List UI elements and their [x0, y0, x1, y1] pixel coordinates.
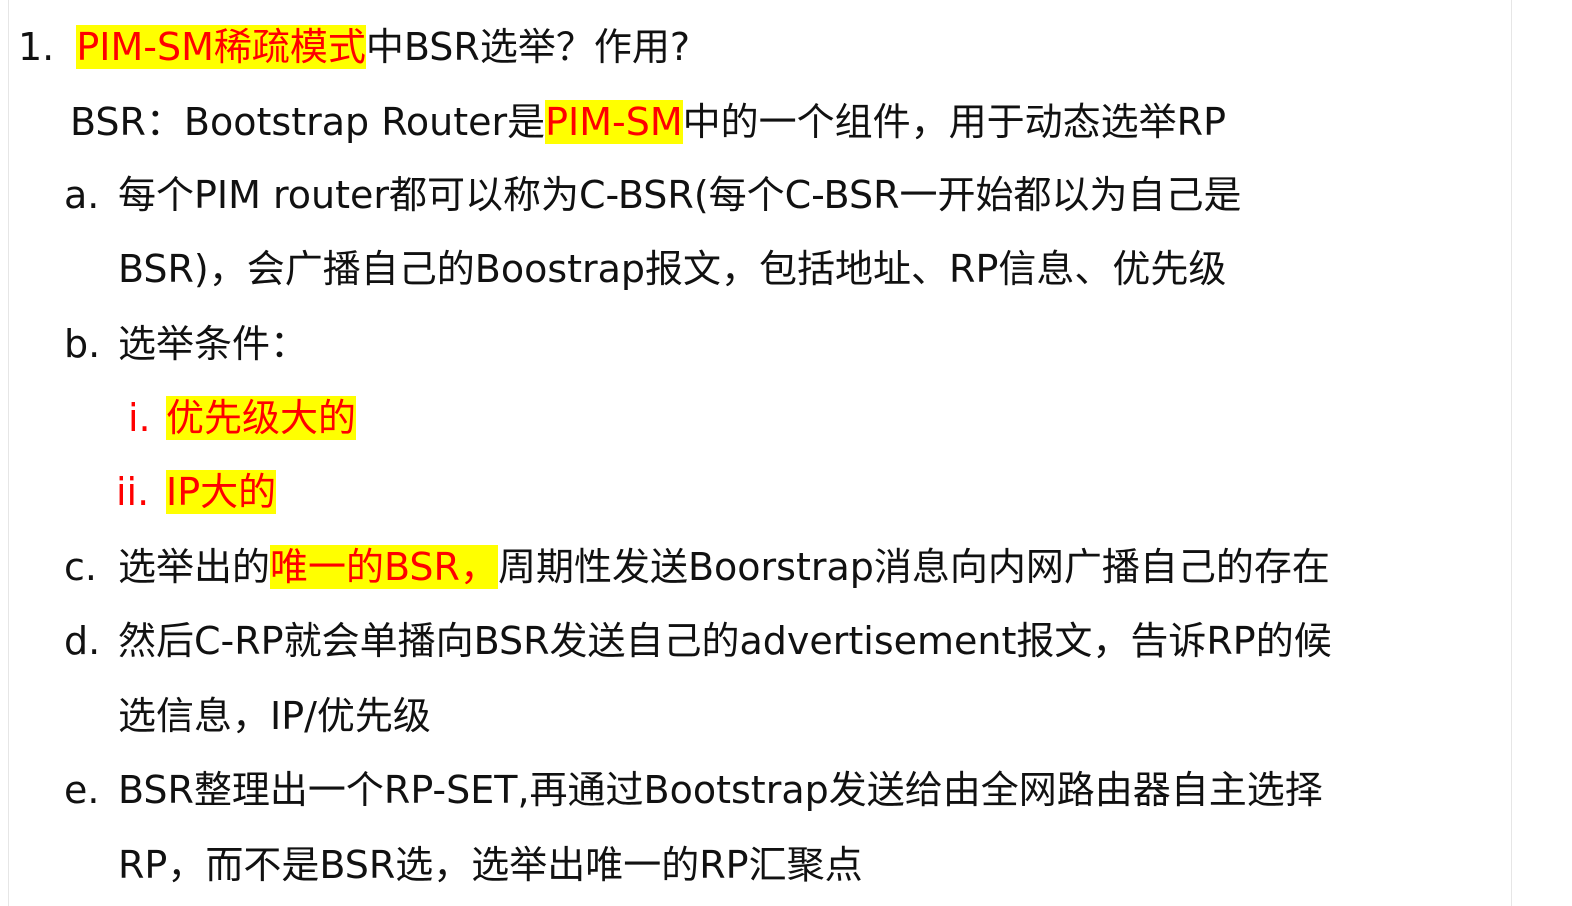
item-b: b. 选举条件：	[64, 307, 308, 381]
bsr-definition-prefix: BSR：Bootstrap Router是	[70, 100, 546, 144]
item-1-title-rest: 中BSR选举？作用?	[365, 25, 690, 69]
item-e-line-2: RP，而不是BSR选，选举出唯一的RP汇聚点	[118, 828, 863, 902]
item-a-text-2: BSR)，会广播自己的Boostrap报文，包括地址、RP信息、优先级	[118, 247, 1227, 291]
item-b-sub-ii-marker: ii.	[116, 470, 150, 514]
item-e-marker: e.	[64, 768, 100, 812]
item-c-prefix: 选举出的	[118, 545, 271, 589]
item-b-sub-i-text: 优先级大的	[166, 396, 357, 440]
item-e-text-2: RP，而不是BSR选，选举出唯一的RP汇聚点	[118, 843, 863, 887]
bsr-definition-suffix: 中的一个组件，用于动态选举RP	[682, 100, 1226, 144]
item-a-line-1: a. 每个PIM router都可以称为C-BSR(每个C-BSR一开始都以为自己…	[64, 158, 1241, 232]
item-e-text-1: BSR整理出一个RP-SET,再通过Bootstrap发送给由全网路由器自主选择	[118, 768, 1323, 812]
item-d-marker: d.	[64, 619, 101, 663]
item-1-number: 1.	[18, 25, 55, 69]
item-b-sub-ii-text: IP大的	[166, 470, 277, 514]
item-1-title-highlight: PIM-SM稀疏模式	[76, 25, 366, 69]
item-b-text: 选举条件：	[118, 322, 309, 366]
item-c: c. 选举出的唯一的BSR，周期性发送Boorstrap消息向内网广播自己的存在	[64, 530, 1330, 604]
document-page: 1. PIM-SM稀疏模式中BSR选举？作用? BSR：Bootstrap Ro…	[0, 0, 1572, 906]
item-e-line-1: e. BSR整理出一个RP-SET,再通过Bootstrap发送给由全网路由器自主…	[64, 753, 1323, 827]
item-c-suffix: 周期性发送Boorstrap消息向内网广播自己的存在	[497, 545, 1330, 589]
item-a-text-1: 每个PIM router都可以称为C-BSR(每个C-BSR一开始都以为自己是	[118, 173, 1242, 217]
item-b-sub-ii: ii. IP大的	[116, 455, 277, 529]
item-d-text-2: 选信息，IP/优先级	[118, 694, 431, 738]
item-b-marker: b.	[64, 322, 101, 366]
item-b-sub-i-marker: i.	[128, 396, 151, 440]
item-c-marker: c.	[64, 545, 97, 589]
item-a-line-2: BSR)，会广播自己的Boostrap报文，包括地址、RP信息、优先级	[118, 232, 1226, 306]
item-d-text-1: 然后C-RP就会单播向BSR发送自己的advertisement报文，告诉RP的…	[118, 619, 1332, 663]
item-d-line-2: 选信息，IP/优先级	[118, 679, 431, 753]
item-c-highlight: 唯一的BSR，	[270, 545, 498, 589]
item-d-line-1: d. 然后C-RP就会单播向BSR发送自己的advertisement报文，告诉R…	[64, 604, 1332, 678]
item-b-sub-i: i. 优先级大的	[128, 381, 357, 455]
bsr-definition: BSR：Bootstrap Router是PIM-SM中的一个组件，用于动态选举…	[70, 85, 1226, 159]
item-1-heading: 1. PIM-SM稀疏模式中BSR选举？作用?	[18, 10, 690, 84]
item-a-marker: a.	[64, 173, 100, 217]
bsr-definition-highlight: PIM-SM	[545, 100, 683, 144]
